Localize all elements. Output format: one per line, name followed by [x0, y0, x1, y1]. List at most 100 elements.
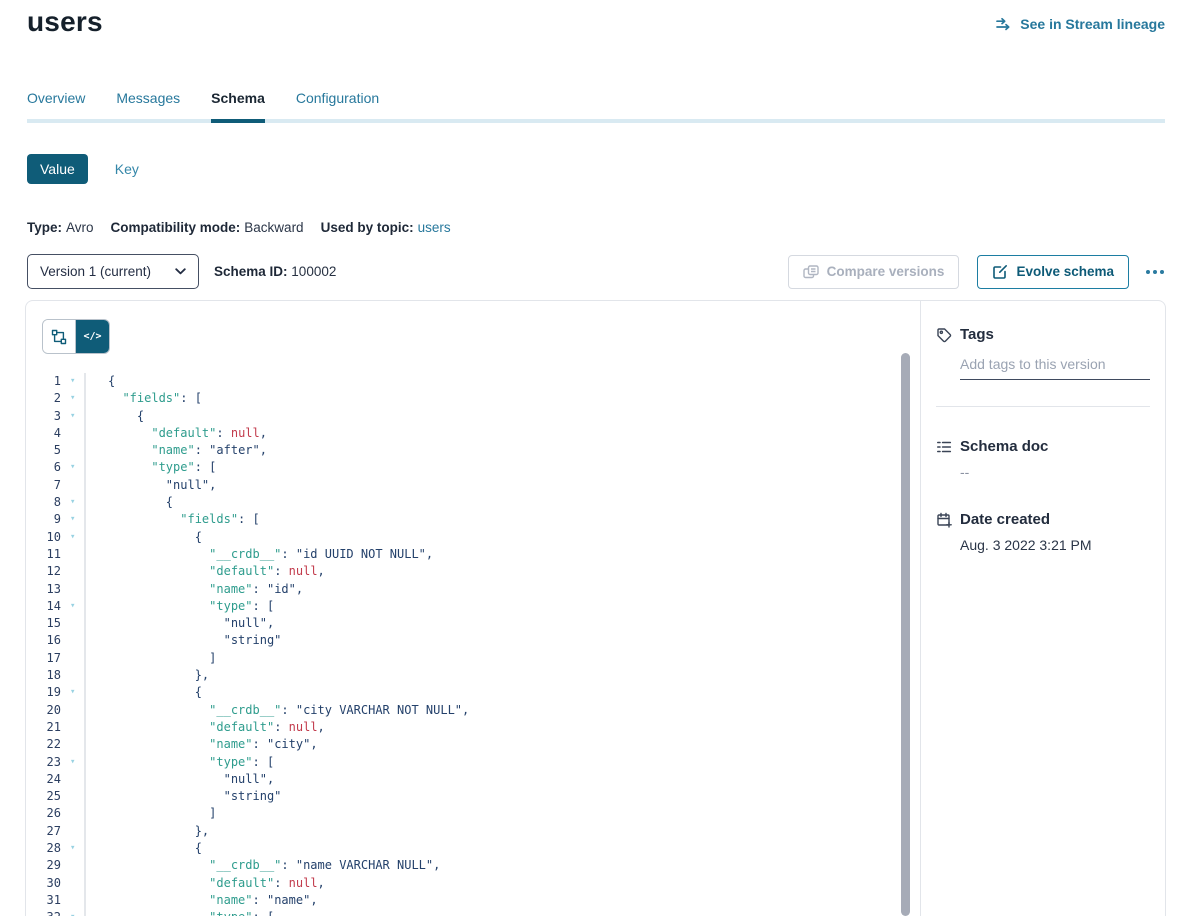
line-number: 15: [26, 615, 64, 632]
schema-card: </> 1▾{2▾ "fields": [3▾ {4 "default": nu…: [25, 300, 1166, 916]
line-number: 11: [26, 546, 64, 563]
line-number: 21: [26, 719, 64, 736]
version-select-value: Version 1 (current): [40, 264, 151, 279]
line-number: 19: [26, 684, 64, 701]
fold-toggle-icon[interactable]: ▾: [64, 909, 84, 916]
code-line: 16 "string": [26, 632, 920, 649]
fold-toggle-icon[interactable]: ▾: [64, 373, 84, 390]
tab-messages[interactable]: Messages: [116, 90, 180, 119]
fold-toggle-icon[interactable]: ▾: [64, 494, 84, 511]
tab-configuration[interactable]: Configuration: [296, 90, 379, 119]
schema-code-panel: </> 1▾{2▾ "fields": [3▾ {4 "default": nu…: [26, 301, 921, 916]
compatibility-label: Compatibility mode:: [111, 220, 241, 235]
compare-versions-button[interactable]: Compare versions: [788, 255, 960, 289]
line-number: 14: [26, 598, 64, 615]
view-mode-toggle: </>: [42, 319, 110, 354]
fold-toggle-icon[interactable]: ▾: [64, 459, 84, 476]
compatibility-value: Backward: [244, 220, 303, 235]
line-number: 31: [26, 892, 64, 909]
viewer-toolbar: </>: [26, 301, 920, 354]
code-view-button[interactable]: </>: [76, 320, 109, 353]
code-line: 5 "name": "after",: [26, 442, 920, 459]
evolve-schema-button[interactable]: Evolve schema: [977, 255, 1129, 289]
tab-overview[interactable]: Overview: [27, 90, 85, 119]
compatibility-field: Compatibility mode:Backward: [111, 220, 304, 235]
version-select[interactable]: Version 1 (current): [27, 254, 199, 289]
line-number: 10: [26, 529, 64, 546]
code-line: 11 "__crdb__": "id UUID NOT NULL",: [26, 546, 920, 563]
fold-toggle-icon[interactable]: ▾: [64, 754, 84, 771]
fold-toggle-icon[interactable]: ▾: [64, 684, 84, 701]
line-number: 24: [26, 771, 64, 788]
code-text: "name": "id",: [84, 581, 920, 598]
code-text: {: [84, 373, 920, 390]
fold-toggle-icon[interactable]: ▾: [64, 598, 84, 615]
see-in-stream-lineage-link[interactable]: See in Stream lineage: [996, 16, 1165, 32]
fold-toggle-icon[interactable]: ▾: [64, 529, 84, 546]
fold-toggle-icon[interactable]: ▾: [64, 840, 84, 857]
version-bar: Version 1 (current) Schema ID: 100002 Co…: [27, 254, 1166, 289]
compare-versions-label: Compare versions: [827, 264, 945, 279]
date-created-title: Date created: [960, 511, 1050, 528]
fold-gutter: [64, 719, 84, 736]
code-text: "fields": [: [84, 511, 920, 528]
line-number: 9: [26, 511, 64, 528]
tags-section: Tags: [936, 326, 1150, 380]
line-number: 30: [26, 875, 64, 892]
code-text: "default": null,: [84, 875, 920, 892]
code-text: "type": [: [84, 754, 920, 771]
fold-gutter: [64, 788, 84, 805]
line-number: 26: [26, 805, 64, 822]
code-text: "__crdb__": "name VARCHAR NULL",: [84, 857, 920, 874]
key-toggle-button[interactable]: Key: [115, 161, 139, 177]
code-text: "string": [84, 632, 920, 649]
line-number: 2: [26, 390, 64, 407]
fold-toggle-icon[interactable]: ▾: [64, 408, 84, 425]
sidebar-divider: [936, 406, 1150, 407]
line-number: 12: [26, 563, 64, 580]
fold-toggle-icon[interactable]: ▾: [64, 511, 84, 528]
fold-gutter: [64, 892, 84, 909]
line-number: 28: [26, 840, 64, 857]
schema-meta-row: Type:Avro Compatibility mode:Backward Us…: [27, 220, 451, 235]
used-by-topic-link[interactable]: users: [418, 220, 451, 235]
code-line: 25 "string": [26, 788, 920, 805]
tab-schema[interactable]: Schema: [211, 90, 265, 119]
fold-gutter: [64, 771, 84, 788]
edit-icon: [992, 264, 1008, 280]
code-line: 30 "default": null,: [26, 875, 920, 892]
value-toggle-button[interactable]: Value: [27, 154, 88, 184]
code-scrollbar[interactable]: [901, 353, 910, 916]
fold-toggle-icon[interactable]: ▾: [64, 390, 84, 407]
see-in-stream-lineage-label: See in Stream lineage: [1020, 16, 1165, 32]
code-line: 13 "name": "id",: [26, 581, 920, 598]
code-line: 29 "__crdb__": "name VARCHAR NULL",: [26, 857, 920, 874]
code-text: "__crdb__": "id UUID NOT NULL",: [84, 546, 920, 563]
fold-gutter: [64, 546, 84, 563]
calendar-plus-icon: [936, 512, 952, 528]
code-line: 7 "null",: [26, 477, 920, 494]
code-text: "null",: [84, 615, 920, 632]
line-number: 17: [26, 650, 64, 667]
fold-gutter: [64, 425, 84, 442]
code-line: 17 ]: [26, 650, 920, 667]
type-label: Type:: [27, 220, 62, 235]
code-text: {: [84, 840, 920, 857]
line-number: 16: [26, 632, 64, 649]
fold-gutter: [64, 581, 84, 598]
add-tags-input[interactable]: [960, 356, 1150, 380]
code-text: {: [84, 408, 920, 425]
code-line: 12 "default": null,: [26, 563, 920, 580]
chevron-down-icon: [175, 268, 186, 275]
tree-view-button[interactable]: [43, 320, 76, 353]
code-line: 27 },: [26, 823, 920, 840]
line-number: 23: [26, 754, 64, 771]
line-number: 6: [26, 459, 64, 476]
schema-id-field: Schema ID: 100002: [214, 264, 336, 279]
fold-gutter: [64, 736, 84, 753]
more-options-button[interactable]: [1144, 264, 1166, 280]
schema-sidebar: Tags Schema doc --: [921, 301, 1165, 916]
fold-gutter: [64, 615, 84, 632]
code-text: "type": [: [84, 909, 920, 916]
fold-gutter: [64, 650, 84, 667]
